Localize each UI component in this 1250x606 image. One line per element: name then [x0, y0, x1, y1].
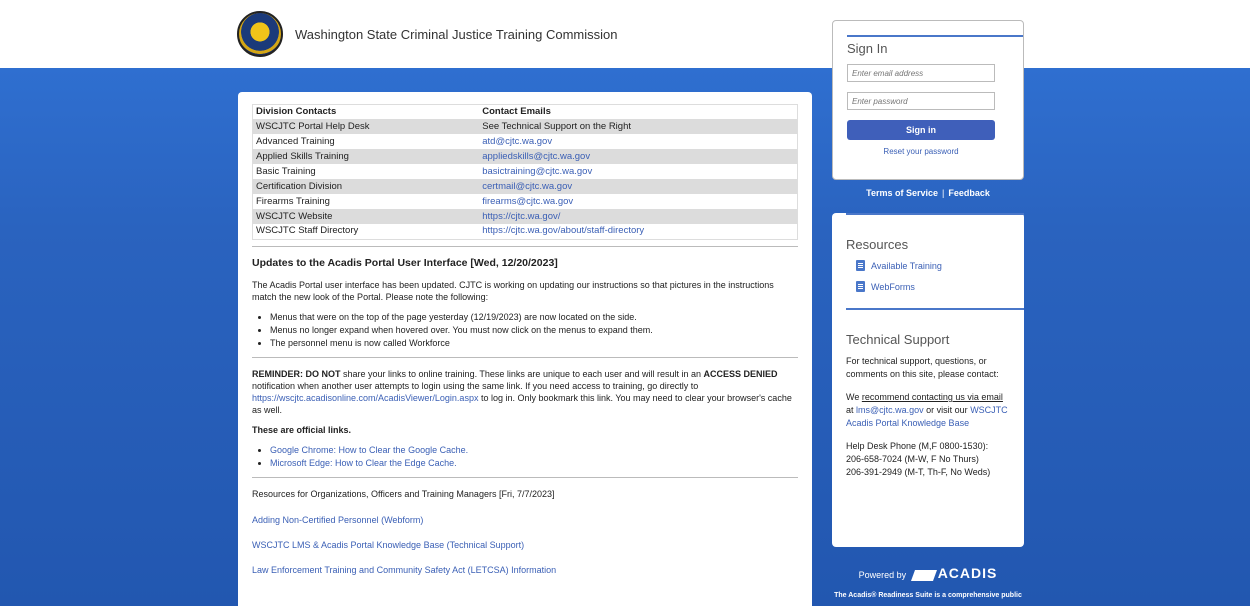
table-row: Certification Division certmail@cjtc.wa.… — [252, 179, 798, 194]
tech-support-intro: For technical support, questions, or com… — [846, 356, 999, 379]
table-row: WSCJTC Portal Help Desk See Technical Su… — [252, 119, 798, 134]
tech-support-contact: We recommend contacting us via email at … — [846, 392, 1008, 428]
help-desk-phones: Help Desk Phone (M,F 0800-1530): 206-658… — [846, 440, 1010, 479]
sign-in-title: Sign In — [847, 41, 888, 56]
support-email-link[interactable]: lms@cjtc.wa.gov — [856, 405, 924, 415]
phone-number-2: 206-391-2949 (M-T, Th-F, No Weds) — [846, 467, 991, 477]
division-cell: WSCJTC Staff Directory — [256, 225, 359, 237]
list-item: Menus no longer expand when hovered over… — [270, 324, 798, 336]
list-item: Menus that were on the top of the page y… — [270, 311, 798, 323]
divider — [252, 245, 798, 247]
panel-rule — [847, 35, 1023, 37]
powered-by-acadis: Powered by ACADIS — [832, 565, 1024, 582]
divider — [252, 356, 798, 358]
recommend-email-text: recommend contacting us via email — [861, 392, 1003, 402]
email-link[interactable]: firearms@cjtc.wa.gov — [482, 196, 573, 207]
edge-cache-link[interactable]: Microsoft Edge: How to Clear the Edge Ca… — [270, 458, 457, 468]
update-intro: The Acadis Portal user interface has bee… — [252, 279, 774, 302]
available-training-link[interactable]: Available Training — [856, 260, 1010, 271]
resource-label: WebForms — [871, 281, 915, 292]
email-link[interactable]: basictraining@cjtc.wa.gov — [482, 166, 592, 177]
access-denied-text: ACCESS DENIED — [703, 368, 778, 379]
org-name: Washington State Criminal Justice Traini… — [295, 26, 618, 42]
table-header-email: Contact Emails — [479, 104, 798, 119]
cache-links: Google Chrome: How to Clear the Google C… — [270, 444, 798, 469]
panel-rule — [846, 213, 1024, 215]
resources-heading: Resources for Organizations, Officers an… — [252, 488, 555, 499]
resources-panel: Resources Available Training WebForms Te… — [832, 213, 1024, 547]
email-cell: See Technical Support on the Right — [479, 119, 798, 134]
website-link[interactable]: https://cjtc.wa.gov/ — [482, 211, 560, 222]
reminder-paragraph: REMINDER: DO NOT share your links to onl… — [252, 368, 798, 416]
reminder-text: share your links to online training. The… — [340, 368, 704, 379]
table-row: Applied Skills Training appliedskills@cj… — [252, 149, 798, 164]
list-item: The personnel menu is now called Workfor… — [270, 337, 798, 349]
acadis-brand: ACADIS — [937, 565, 998, 581]
staff-directory-link[interactable]: https://cjtc.wa.gov/about/staff-director… — [482, 225, 644, 236]
update-heading: Updates to the Acadis Portal User Interf… — [252, 256, 558, 269]
division-cell: Basic Training — [256, 165, 316, 177]
division-cell: Applied Skills Training — [252, 149, 480, 164]
tech-support-title: Technical Support — [846, 332, 950, 347]
chrome-cache-link[interactable]: Google Chrome: How to Clear the Google C… — [270, 445, 468, 455]
table-row: Basic Training basictraining@cjtc.wa.gov — [253, 164, 798, 179]
password-input[interactable] — [847, 92, 995, 110]
divider — [252, 476, 798, 478]
email-link[interactable]: certmail@cjtc.wa.gov — [482, 181, 572, 192]
table-row: WSCJTC Staff Directory https://cjtc.wa.g… — [253, 224, 798, 239]
non-certified-webform-link[interactable]: Adding Non-Certified Personnel (Webform) — [252, 514, 798, 526]
email-link[interactable]: atd@cjtc.wa.gov — [482, 136, 552, 147]
update-bullets: Menus that were on the top of the page y… — [270, 311, 798, 349]
division-cell: Firearms Training — [256, 195, 330, 207]
reminder-text: notification when another user attempts … — [252, 380, 699, 391]
phone-label: Help Desk Phone (M,F 0800-1530): — [846, 441, 989, 451]
sign-in-button[interactable]: Sign in — [847, 120, 995, 140]
panel-rule — [846, 308, 1024, 310]
reset-password-link[interactable]: Reset your password — [847, 147, 995, 156]
sign-in-panel: Sign In Sign in Reset your password — [832, 20, 1024, 180]
feedback-link[interactable]: Feedback — [948, 188, 990, 198]
table-row: WSCJTC Website https://cjtc.wa.gov/ — [252, 209, 798, 224]
webforms-link[interactable]: WebForms — [856, 281, 1010, 292]
knowledge-base-link[interactable]: WSCJTC LMS & Acadis Portal Knowledge Bas… — [252, 539, 798, 551]
main-content-panel: Division Contacts Contact Emails WSCJTC … — [238, 92, 812, 606]
acadis-login-link[interactable]: https://wscjtc.acadisonline.com/AcadisVi… — [252, 393, 478, 403]
wscjtc-seal-logo — [237, 11, 283, 57]
letcsa-info-link[interactable]: Law Enforcement Training and Community S… — [252, 564, 798, 576]
acadis-note: The Acadis® Readiness Suite is a compreh… — [834, 592, 1022, 599]
division-cell: WSCJTC Website — [252, 209, 480, 224]
list-item: Microsoft Edge: How to Clear the Edge Ca… — [270, 457, 798, 469]
powered-by-label: Powered by — [858, 570, 907, 580]
resources-block: Resources Available Training WebForms — [846, 213, 1024, 292]
document-icon — [856, 281, 865, 292]
resource-label: Available Training — [871, 260, 942, 271]
terms-of-service-link[interactable]: Terms of Service — [866, 188, 938, 198]
email-input[interactable] — [847, 64, 995, 82]
table-header-division: Division Contacts — [252, 104, 480, 119]
table-row: Advanced Training atd@cjtc.wa.gov — [253, 134, 798, 149]
document-icon — [856, 260, 865, 271]
page-header: Washington State Criminal Justice Traini… — [237, 0, 617, 68]
footer-links: Terms of Service | Feedback — [832, 188, 1024, 198]
link-separator: | — [942, 188, 945, 198]
division-contacts-table: Division Contacts Contact Emails WSCJTC … — [252, 104, 798, 240]
list-item: Google Chrome: How to Clear the Google C… — [270, 444, 798, 456]
reminder-lead: REMINDER: DO NOT — [252, 368, 341, 379]
table-row: Firearms Training firearms@cjtc.wa.gov — [253, 194, 798, 209]
division-cell: WSCJTC Portal Help Desk — [252, 119, 480, 134]
tech-support-block: Technical Support For technical support,… — [846, 308, 1024, 479]
email-link[interactable]: appliedskills@cjtc.wa.gov — [482, 151, 590, 162]
division-cell: Advanced Training — [256, 135, 335, 147]
acadis-logo-icon — [910, 570, 937, 582]
official-links-label: These are official links. — [252, 424, 352, 435]
resources-title: Resources — [846, 237, 909, 252]
phone-number-1: 206-658-7024 (M-W, F No Thurs) — [846, 454, 979, 464]
division-cell: Certification Division — [252, 179, 480, 194]
